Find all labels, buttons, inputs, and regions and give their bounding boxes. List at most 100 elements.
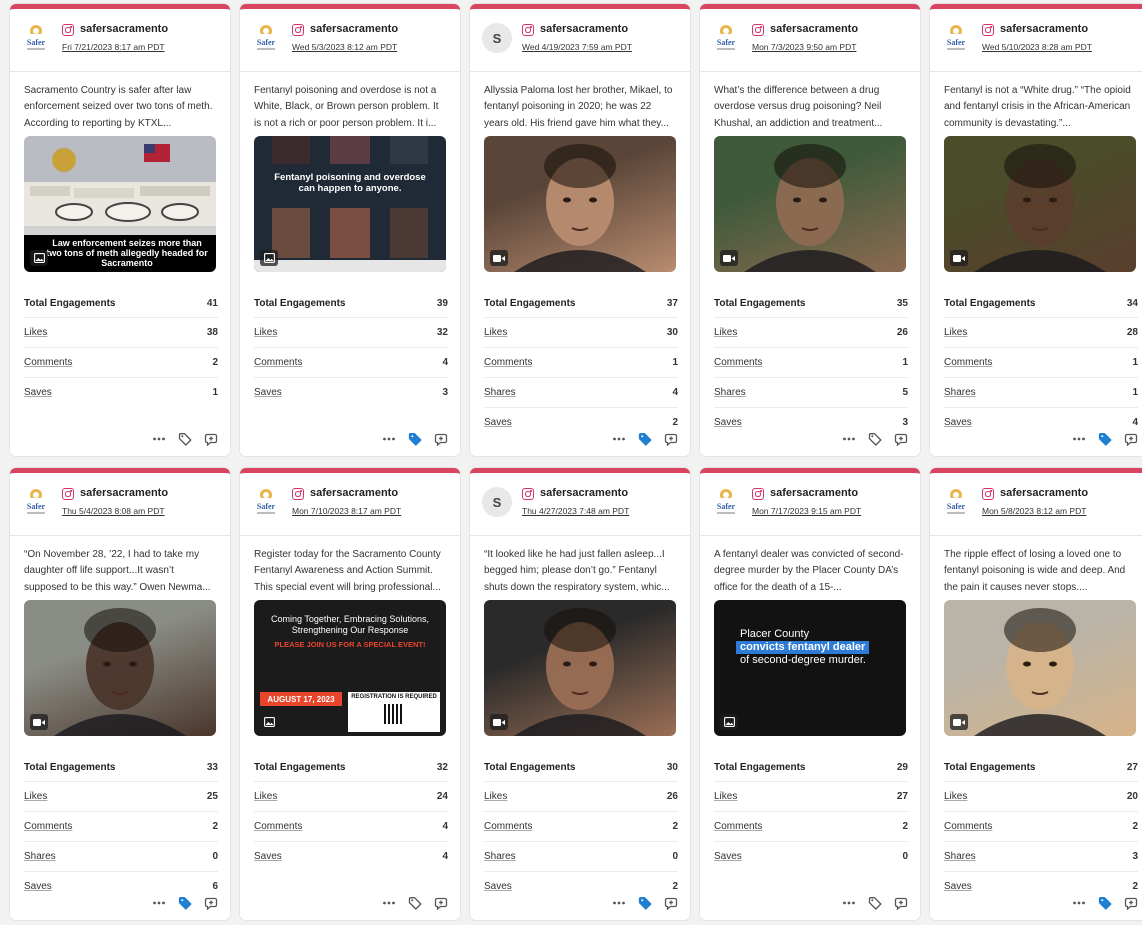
metric-label[interactable]: Saves — [254, 387, 282, 398]
metric-label[interactable]: Comments — [484, 357, 532, 368]
metric-label[interactable]: Likes — [944, 327, 967, 338]
more-icon[interactable] — [842, 432, 856, 446]
tag-icon[interactable] — [1098, 432, 1112, 446]
metric-label[interactable]: Saves — [24, 387, 52, 398]
safer-logo-avatar[interactable]: Safer — [942, 489, 970, 517]
post-card[interactable]: Safer safersacramento Mon 5/8/2023 8:12 … — [930, 468, 1142, 920]
post-date-link[interactable]: Mon 7/17/2023 9:15 am PDT — [752, 506, 861, 516]
metric-label[interactable]: Comments — [24, 821, 72, 832]
safer-logo-avatar[interactable]: Safer — [712, 25, 740, 53]
account-handle[interactable]: safersacramento — [1000, 23, 1088, 35]
reply-icon[interactable] — [1124, 896, 1138, 910]
account-handle[interactable]: safersacramento — [770, 23, 858, 35]
post-media[interactable] — [484, 600, 676, 736]
letter-avatar[interactable]: S — [482, 487, 512, 517]
tag-icon[interactable] — [1098, 896, 1112, 910]
metric-label[interactable]: Saves — [944, 881, 972, 892]
post-card[interactable]: S safersacramento Wed 4/19/2023 7:59 am … — [470, 4, 690, 456]
reply-icon[interactable] — [204, 896, 218, 910]
post-date-link[interactable]: Thu 4/27/2023 7:48 am PDT — [522, 506, 629, 516]
post-media[interactable] — [714, 136, 906, 272]
metric-label[interactable]: Likes — [24, 791, 47, 802]
reply-icon[interactable] — [1124, 432, 1138, 446]
metric-label[interactable]: Comments — [714, 821, 762, 832]
post-date-link[interactable]: Wed 5/3/2023 8:12 am PDT — [292, 42, 397, 52]
metric-label[interactable]: Saves — [24, 881, 52, 892]
post-card[interactable]: Safer safersacramento Mon 7/17/2023 9:15… — [700, 468, 920, 920]
post-media[interactable]: Coming Together, Embracing Solutions, St… — [254, 600, 446, 736]
account-handle[interactable]: safersacramento — [80, 23, 168, 35]
metric-label[interactable]: Comments — [254, 357, 302, 368]
tag-icon[interactable] — [868, 896, 882, 910]
account-handle[interactable]: safersacramento — [310, 23, 398, 35]
tag-icon[interactable] — [408, 432, 422, 446]
account-handle[interactable]: safersacramento — [770, 487, 858, 499]
more-icon[interactable] — [152, 432, 166, 446]
tag-icon[interactable] — [178, 432, 192, 446]
tag-icon[interactable] — [638, 896, 652, 910]
safer-logo-avatar[interactable]: Safer — [252, 25, 280, 53]
safer-logo-avatar[interactable]: Safer — [22, 25, 50, 53]
metric-label[interactable]: Likes — [714, 791, 737, 802]
safer-logo-avatar[interactable]: Safer — [22, 489, 50, 517]
metric-label[interactable]: Shares — [944, 387, 976, 398]
metric-label[interactable]: Shares — [714, 387, 746, 398]
reply-icon[interactable] — [664, 896, 678, 910]
more-icon[interactable] — [842, 896, 856, 910]
metric-label[interactable]: Likes — [944, 791, 967, 802]
tag-icon[interactable] — [638, 432, 652, 446]
metric-label[interactable]: Comments — [944, 821, 992, 832]
post-date-link[interactable]: Mon 5/8/2023 8:12 am PDT — [982, 506, 1086, 516]
reply-icon[interactable] — [894, 896, 908, 910]
post-media[interactable] — [944, 136, 1136, 272]
post-date-link[interactable]: Fri 7/21/2023 8:17 am PDT — [62, 42, 165, 52]
more-icon[interactable] — [152, 896, 166, 910]
account-handle[interactable]: safersacramento — [1000, 487, 1088, 499]
tag-icon[interactable] — [868, 432, 882, 446]
more-icon[interactable] — [382, 432, 396, 446]
reply-icon[interactable] — [664, 432, 678, 446]
account-handle[interactable]: safersacramento — [540, 487, 628, 499]
metric-label[interactable]: Likes — [714, 327, 737, 338]
post-date-link[interactable]: Wed 5/10/2023 8:28 am PDT — [982, 42, 1092, 52]
metric-label[interactable]: Likes — [484, 791, 507, 802]
reply-icon[interactable] — [434, 432, 448, 446]
account-handle[interactable]: safersacramento — [540, 23, 628, 35]
metric-label[interactable]: Shares — [484, 851, 516, 862]
post-date-link[interactable]: Mon 7/10/2023 8:17 am PDT — [292, 506, 401, 516]
metric-label[interactable]: Saves — [484, 881, 512, 892]
metric-label[interactable]: Saves — [254, 851, 282, 862]
metric-label[interactable]: Comments — [714, 357, 762, 368]
post-card[interactable]: Safer safersacramento Mon 7/10/2023 8:17… — [240, 468, 460, 920]
letter-avatar[interactable]: S — [482, 23, 512, 53]
metric-label[interactable]: Likes — [24, 327, 47, 338]
reply-icon[interactable] — [434, 896, 448, 910]
safer-logo-avatar[interactable]: Safer — [252, 489, 280, 517]
reply-icon[interactable] — [204, 432, 218, 446]
post-card[interactable]: S safersacramento Thu 4/27/2023 7:48 am … — [470, 468, 690, 920]
post-card[interactable]: Safer safersacramento Thu 5/4/2023 8:08 … — [10, 468, 230, 920]
metric-label[interactable]: Comments — [24, 357, 72, 368]
metric-label[interactable]: Likes — [484, 327, 507, 338]
metric-label[interactable]: Saves — [944, 417, 972, 428]
more-icon[interactable] — [1072, 432, 1086, 446]
metric-label[interactable]: Shares — [484, 387, 516, 398]
post-media[interactable] — [24, 600, 216, 736]
metric-label[interactable]: Saves — [714, 417, 742, 428]
metric-label[interactable]: Comments — [254, 821, 302, 832]
post-media[interactable] — [944, 600, 1136, 736]
more-icon[interactable] — [612, 896, 626, 910]
account-handle[interactable]: safersacramento — [310, 487, 398, 499]
metric-label[interactable]: Shares — [944, 851, 976, 862]
post-card[interactable]: Safer safersacramento Fri 7/21/2023 8:17… — [10, 4, 230, 456]
more-icon[interactable] — [612, 432, 626, 446]
metric-label[interactable]: Comments — [484, 821, 532, 832]
metric-label[interactable]: Comments — [944, 357, 992, 368]
post-card[interactable]: Safer safersacramento Wed 5/10/2023 8:28… — [930, 4, 1142, 456]
post-media[interactable]: Placer County convicts fentanyl dealer of … — [714, 600, 906, 736]
metric-label[interactable]: Saves — [484, 417, 512, 428]
post-media[interactable] — [484, 136, 676, 272]
safer-logo-avatar[interactable]: Safer — [942, 25, 970, 53]
post-card[interactable]: Safer safersacramento Wed 5/3/2023 8:12 … — [240, 4, 460, 456]
more-icon[interactable] — [1072, 896, 1086, 910]
